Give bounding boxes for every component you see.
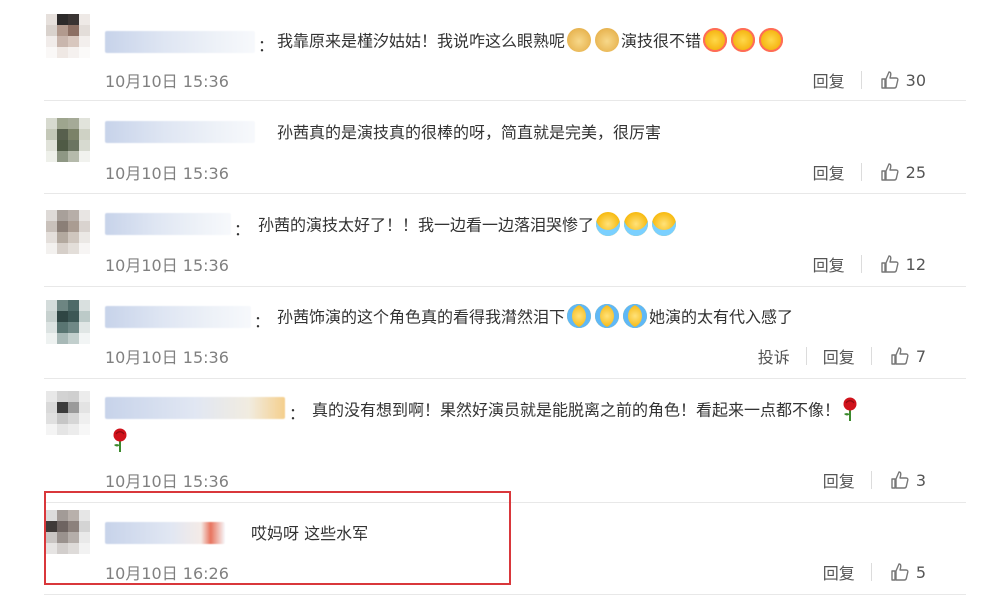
thumbs-up-icon bbox=[891, 563, 909, 581]
like-count: 5 bbox=[915, 562, 926, 582]
comment-actions: 回复 5 bbox=[789, 560, 926, 584]
like-button[interactable]: 5 bbox=[890, 562, 926, 582]
highlight-box bbox=[44, 491, 511, 585]
divider bbox=[44, 594, 966, 595]
divider bbox=[870, 563, 872, 581]
reply-button[interactable]: 回复 bbox=[823, 560, 855, 584]
